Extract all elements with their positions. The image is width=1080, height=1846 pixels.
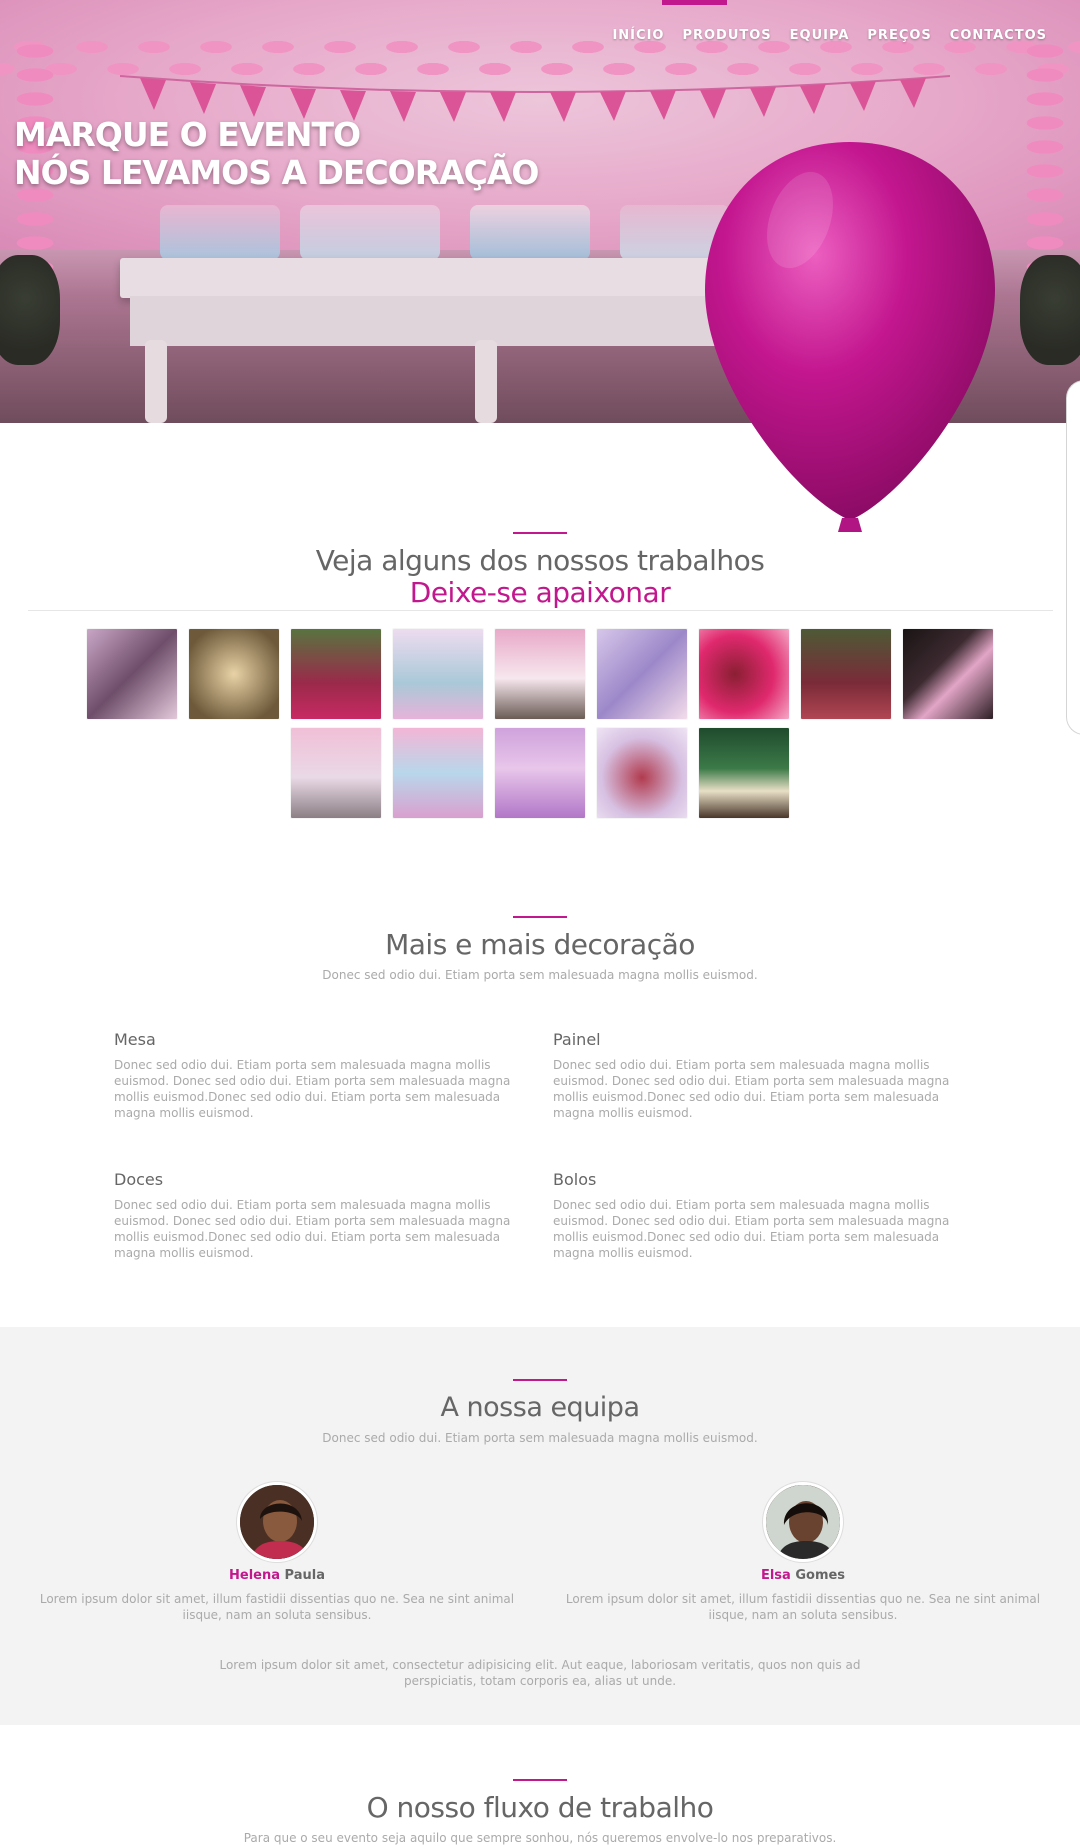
gallery-thumb[interactable] — [699, 629, 789, 719]
member-name: Elsa Gomes — [553, 1568, 1053, 1583]
works-title: Veja alguns dos nossos trabalhos — [315, 544, 765, 577]
workflow-subtitle: Para que o seu evento seja aquilo que se… — [243, 1831, 837, 1845]
feature-title: Doces — [114, 1170, 164, 1189]
hero-title: MARQUE O EVENTO NÓS LEVAMOS A DECORAÇÃO — [14, 115, 539, 192]
hero-title-line1: MARQUE O EVENTO — [14, 115, 361, 154]
side-scroll-tab[interactable] — [1066, 380, 1080, 735]
section-divider — [513, 1379, 567, 1381]
nav-item-produtos[interactable]: PRODUTOS — [673, 28, 780, 43]
decor-subtitle: Donec sed odio dui. Etiam porta sem male… — [322, 968, 758, 982]
feature-mesa: Mesa Donec sed odio dui. Etiam porta sem… — [114, 1030, 514, 1121]
feature-text: Donec sed odio dui. Etiam porta sem male… — [114, 1198, 511, 1260]
member-first-name: Helena — [229, 1568, 281, 1583]
gallery-thumb[interactable] — [495, 629, 585, 719]
team-subtitle: Donec sed odio dui. Etiam porta sem male… — [322, 1431, 758, 1445]
nav-item-precos[interactable]: PREÇOS — [858, 28, 940, 43]
gallery-row-1 — [87, 629, 993, 719]
nav-item-contactos[interactable]: CONTACTOS — [941, 28, 1056, 43]
feature-text: Donec sed odio dui. Etiam porta sem male… — [553, 1198, 950, 1260]
decor-section: Mais e mais decoração Donec sed odio dui… — [0, 916, 1080, 982]
workflow-section: O nosso fluxo de trabalho Para que o seu… — [0, 1779, 1080, 1845]
gallery-thumb[interactable] — [189, 629, 279, 719]
feature-doces: Doces Donec sed odio dui. Etiam porta se… — [114, 1170, 514, 1261]
gallery-thumb[interactable] — [903, 629, 993, 719]
section-divider — [513, 1779, 567, 1781]
gallery-thumb[interactable] — [699, 728, 789, 818]
gallery-thumb[interactable] — [393, 728, 483, 818]
gallery-thumb[interactable] — [87, 629, 177, 719]
member-bio: Lorem ipsum dolor sit amet, illum fastid… — [565, 1592, 1041, 1622]
nav-item-equipa[interactable]: EQUIPA — [781, 28, 859, 43]
member-last-name: Paula — [284, 1568, 325, 1583]
feature-painel: Painel Donec sed odio dui. Etiam porta s… — [553, 1030, 953, 1121]
workflow-title: O nosso fluxo de trabalho — [366, 1791, 714, 1824]
gallery-thumb[interactable] — [393, 629, 483, 719]
member-name: Helena Paula — [27, 1568, 527, 1583]
gallery-thumb[interactable] — [597, 629, 687, 719]
section-divider — [513, 532, 567, 534]
active-nav-indicator — [662, 0, 727, 5]
avatar — [237, 1482, 317, 1562]
feature-text: Donec sed odio dui. Etiam porta sem male… — [114, 1058, 511, 1120]
section-divider — [513, 916, 567, 918]
gallery-thumb[interactable] — [495, 728, 585, 818]
member-bio: Lorem ipsum dolor sit amet, illum fastid… — [39, 1592, 515, 1622]
gallery-thumb[interactable] — [291, 629, 381, 719]
gallery-thumb[interactable] — [291, 728, 381, 818]
nav-item-inicio[interactable]: INÍCIO — [603, 28, 673, 43]
feature-bolos: Bolos Donec sed odio dui. Etiam porta se… — [553, 1170, 953, 1261]
section-rule — [28, 610, 1053, 611]
hero-title-line2: NÓS LEVAMOS A DECORAÇÃO — [14, 153, 539, 192]
avatar — [763, 1482, 843, 1562]
team-title: A nossa equipa — [440, 1392, 641, 1423]
team-section: A nossa equipa Donec sed odio dui. Etiam… — [0, 1327, 1080, 1725]
balloon-graphic — [705, 142, 995, 532]
gallery-thumb[interactable] — [597, 728, 687, 818]
member-first-name: Elsa — [760, 1568, 791, 1583]
main-navigation: INÍCIO PRODUTOS EQUIPA PREÇOS CONTACTOS — [0, 0, 1080, 70]
gallery-thumb[interactable] — [801, 629, 891, 719]
works-section: Veja alguns dos nossos trabalhos Deixe-s… — [0, 530, 1080, 611]
team-member: Helena Paula Lorem ipsum dolor sit amet,… — [27, 1482, 527, 1623]
team-note: Lorem ipsum dolor sit amet, consectetur … — [219, 1658, 861, 1688]
works-subtitle: Deixe-se apaixonar — [409, 576, 671, 609]
decor-title: Mais e mais decoração — [385, 928, 695, 961]
team-member: Elsa Gomes Lorem ipsum dolor sit amet, i… — [553, 1482, 1053, 1623]
feature-text: Donec sed odio dui. Etiam porta sem male… — [553, 1058, 950, 1120]
gallery-row-2 — [291, 728, 789, 818]
member-last-name: Gomes — [795, 1568, 846, 1583]
feature-title: Bolos — [553, 1170, 597, 1189]
feature-title: Painel — [553, 1030, 601, 1049]
feature-title: Mesa — [114, 1030, 156, 1049]
